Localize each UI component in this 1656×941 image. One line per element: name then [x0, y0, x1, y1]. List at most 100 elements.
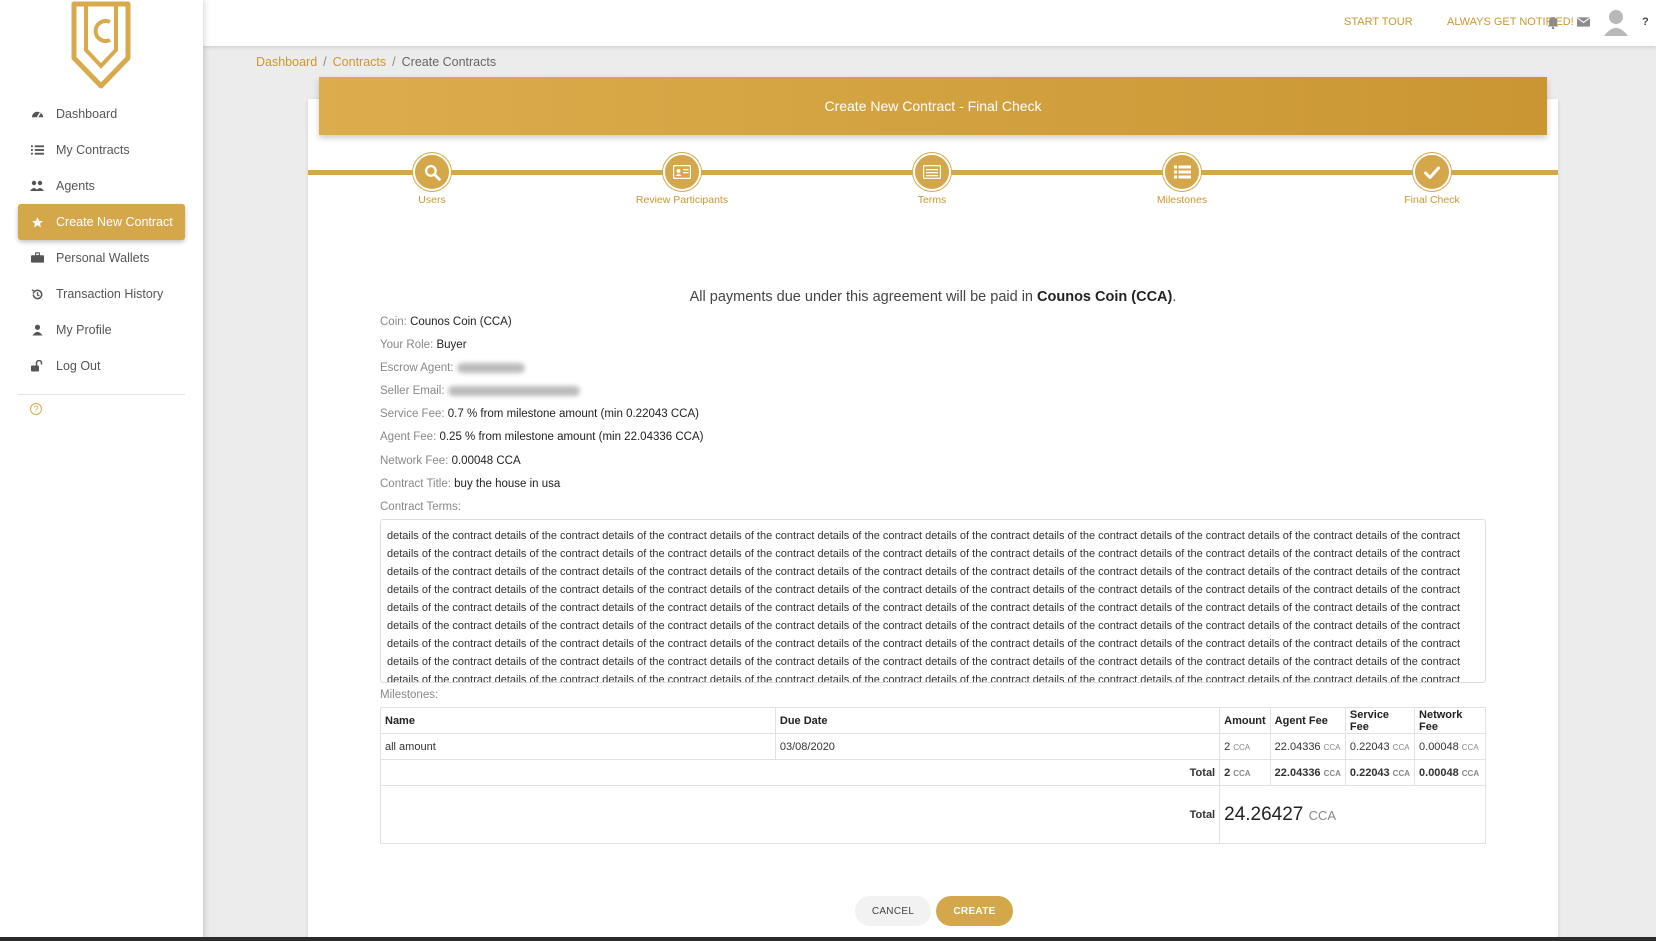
search-icon — [413, 153, 451, 191]
sidebar-item-create-new-contract[interactable]: Create New Contract — [18, 204, 185, 240]
start-tour-link[interactable]: START TOUR — [1344, 16, 1413, 28]
sidebar-item-personal-wallets[interactable]: Personal Wallets — [18, 240, 185, 276]
breadcrumb-current: Create Contracts — [401, 55, 497, 69]
milestone-network-fee: 0.00048 CCA — [1414, 733, 1486, 760]
breadcrumb-separator: / — [323, 55, 327, 69]
bottom-edge-bar — [0, 937, 1656, 941]
grand-total: 24.26427 CCA — [1219, 785, 1486, 844]
cancel-button[interactable]: CANCEL — [855, 896, 931, 926]
column-header: Network Fee — [1414, 707, 1486, 734]
document-icon — [913, 153, 951, 191]
total-network-fee: 0.00048 CCA — [1414, 759, 1486, 786]
users-icon — [30, 179, 44, 193]
column-header: Service Fee — [1344, 707, 1416, 734]
total-amount-value: 2 — [1224, 766, 1231, 779]
sidebar-item-my-contracts[interactable]: My Contracts — [18, 132, 185, 168]
intro-prefix: All payments due under this agreement wi… — [689, 289, 1033, 305]
milestones-table: Name Due Date Amount Agent Fee Service F… — [379, 707, 1486, 844]
intro-suffix: . — [1172, 289, 1177, 305]
card-title: Create New Contract - Final Check — [319, 77, 1547, 135]
agent-fee-row: Agent Fee: 0.25 % from milestone amount … — [380, 431, 703, 443]
sidebar-item-label: Create New Contract — [56, 215, 173, 229]
list-icon — [1163, 153, 1201, 191]
contract-terms-text: details of the contract details of the c… — [380, 519, 1486, 683]
sidebar-item-label: Personal Wallets — [56, 251, 150, 265]
step-label: Terms — [917, 194, 947, 206]
service-fee-value: 0.22043 — [1349, 740, 1390, 753]
bell-icon[interactable] — [1545, 14, 1561, 30]
network-fee-label: Network Fee: — [380, 455, 449, 467]
currency-unit: CCA — [1323, 768, 1341, 778]
escrow-row: Escrow Agent: — [380, 362, 525, 374]
currency-unit: CCA — [1392, 742, 1410, 752]
network-fee-value: 0.00048 CCA — [451, 455, 521, 467]
help-circle-icon[interactable]: ? — [30, 403, 42, 415]
total-amount: 2 CCA — [1219, 759, 1271, 786]
sidebar-item-label: Log Out — [56, 359, 101, 373]
service-fee-row: Service Fee: 0.7 % from milestone amount… — [380, 408, 699, 420]
sidebar-item-transaction-history[interactable]: Transaction History — [18, 276, 185, 312]
step-milestones[interactable]: Milestones — [1112, 153, 1252, 206]
step-label: Users — [418, 194, 446, 206]
seller-value-blurred — [447, 385, 580, 396]
mail-icon[interactable] — [1575, 14, 1591, 30]
grand-total-row: Total 24.26427 CCA — [379, 785, 1486, 844]
coin-row: Coin: Counos Coin (CCA) — [380, 316, 512, 328]
intro-coin: Counos Coin (CCA) — [1037, 289, 1173, 305]
step-label: Final Check — [1404, 194, 1460, 206]
breadcrumb-separator: / — [392, 55, 396, 69]
contract-title-value: buy the house in usa — [454, 478, 561, 490]
step-final-check[interactable]: Final Check — [1362, 153, 1502, 206]
currency-unit: CCA — [1233, 742, 1251, 752]
grand-total-label: Total — [379, 785, 1221, 844]
escrow-label: Escrow Agent: — [380, 362, 454, 374]
topbar: START TOUR ALWAYS GET NOTIFIED! ? — [203, 0, 1656, 46]
payment-intro: All payments due under this agreement wi… — [308, 289, 1558, 305]
history-icon — [30, 287, 44, 301]
coin-label: Coin: — [380, 316, 407, 328]
total-service-fee: 0.22043 CCA — [1344, 759, 1416, 786]
breadcrumb: Dashboard / Contracts / Create Contracts — [256, 55, 496, 69]
user-icon — [30, 323, 44, 337]
milestone-service-fee: 0.22043 CCA — [1344, 733, 1416, 760]
network-fee-row: Network Fee: 0.00048 CCA — [380, 455, 521, 467]
id-card-icon — [663, 153, 701, 191]
service-fee-label: Service Fee: — [380, 408, 445, 420]
sidebar-item-agents[interactable]: Agents — [18, 168, 185, 204]
table-header-row: Name Due Date Amount Agent Fee Service F… — [380, 707, 1486, 734]
role-value: Buyer — [436, 339, 467, 351]
breadcrumb-contracts[interactable]: Contracts — [333, 55, 387, 69]
sidebar-item-log-out[interactable]: Log Out — [18, 348, 185, 384]
sidebar-item-dashboard[interactable]: Dashboard — [18, 96, 185, 132]
column-header: Name — [380, 707, 776, 734]
logo — [71, 1, 131, 89]
sidebar-item-label: Agents — [56, 179, 95, 193]
step-review-participants[interactable]: Review Participants — [612, 153, 752, 206]
list-icon — [30, 143, 44, 157]
breadcrumb-dashboard[interactable]: Dashboard — [256, 55, 317, 69]
role-label: Your Role: — [380, 339, 434, 351]
help-icon[interactable]: ? — [1642, 16, 1649, 28]
create-button[interactable]: CREATE — [936, 896, 1013, 926]
total-agent-fee-value: 22.04336 — [1274, 766, 1321, 779]
milestone-agent-fee: 22.04336 CCA — [1269, 733, 1346, 760]
currency-unit: CCA — [1392, 768, 1411, 778]
sidebar-item-label: My Contracts — [56, 143, 130, 157]
amount-value: 2 — [1224, 740, 1231, 753]
sidebar-item-label: Transaction History — [56, 287, 164, 301]
total-label: Total — [379, 759, 1221, 786]
grand-total-unit: CCA — [1308, 807, 1337, 823]
step-terms[interactable]: Terms — [862, 153, 1002, 206]
total-agent-fee: 22.04336 CCA — [1269, 759, 1346, 786]
sidebar-item-label: My Profile — [56, 323, 112, 337]
agent-fee-label: Agent Fee: — [380, 431, 437, 443]
avatar[interactable] — [1603, 8, 1629, 36]
column-header: Agent Fee — [1269, 707, 1346, 734]
sidebar-item-my-profile[interactable]: My Profile — [18, 312, 185, 348]
escrow-value-blurred — [456, 362, 525, 373]
step-users[interactable]: Users — [362, 153, 502, 206]
milestone-due-date: 03/08/2020 — [774, 733, 1221, 760]
contract-title-row: Contract Title: buy the house in usa — [380, 478, 560, 490]
column-header: Amount — [1219, 707, 1271, 734]
currency-unit: CCA — [1323, 742, 1341, 752]
